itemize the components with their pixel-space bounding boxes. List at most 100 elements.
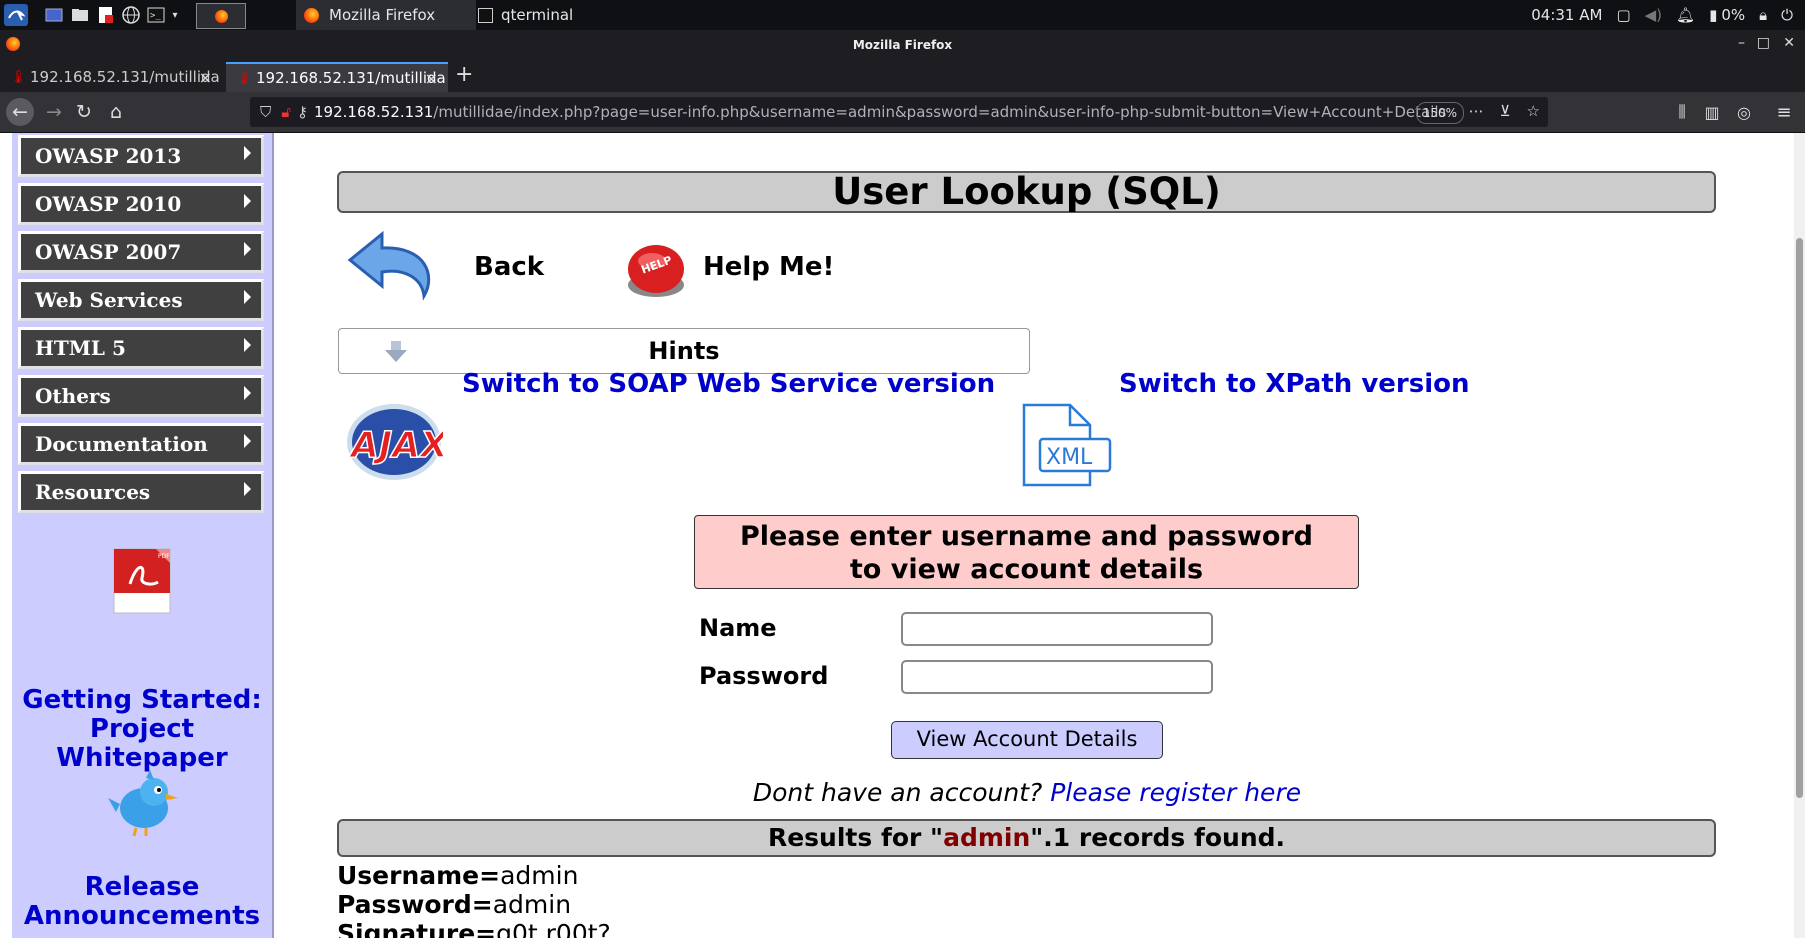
chevron-down-icon[interactable]: ▾ [168,4,182,26]
username-input[interactable] [901,612,1213,646]
pdf-document-icon[interactable]: PDF [110,546,176,620]
kali-menu-icon[interactable] [4,4,28,26]
results-prefix: Results for " [767,823,944,852]
menu-item-others[interactable]: Others [18,375,264,417]
system-tray: 04:31 AM ▢ ◀) 🔔︎ ▮ 0% 🔒︎ ⏻ [1531,0,1805,30]
clock[interactable]: 04:31 AM [1531,6,1602,24]
link-line: Getting Started: [22,685,262,715]
lock-icon[interactable]: 🔒︎ [1759,6,1767,24]
browser-tab[interactable]: 🌡︎ 192.168.52.131/mutillida × [0,62,222,92]
page-actions-icon[interactable]: ⋯ [1469,102,1484,120]
text-editor-icon[interactable] [96,4,116,26]
switch-to-xpath-link[interactable]: Switch to XPath version [1119,369,1470,399]
switch-to-soap-link[interactable]: Switch to SOAP Web Service version [462,369,995,399]
power-icon[interactable]: ⏻ [1781,6,1793,24]
back-arrow-icon[interactable] [342,226,442,314]
release-announcements-link[interactable]: Release Announcements [12,873,272,931]
file-manager-icon[interactable] [70,4,90,26]
home-icon[interactable]: ⌂ [102,98,130,126]
terminal-small-icon [478,7,493,23]
password-label: Password [699,662,829,690]
view-account-details-button[interactable]: View Account Details [891,721,1163,759]
svg-text:>_: >_ [150,11,161,21]
desktop-icon[interactable] [44,4,64,26]
menu-item-owasp-2013[interactable]: OWASP 2013 [18,135,264,177]
page-title: User Lookup (SQL) [337,171,1716,213]
ajax-logo-icon[interactable]: AJAX [345,401,451,487]
tab-close-icon[interactable]: × [199,68,212,87]
result-key: Password= [337,890,493,919]
hamburger-menu-icon[interactable]: ≡ [1770,98,1798,126]
menu-item-web-services[interactable]: Web Services [18,279,264,321]
insecure-lock-icon[interactable]: 🔓︎ [281,103,291,121]
menu-label: Resources [35,480,151,504]
password-input[interactable] [901,660,1213,694]
firefox-taskbar-icon[interactable] [196,3,246,29]
menu-item-owasp-2010[interactable]: OWASP 2010 [18,183,264,225]
back-link[interactable]: Back [474,252,544,282]
battery-percent: 0% [1721,6,1746,24]
getting-started-link[interactable]: Getting Started: Project Whitepaper [12,686,272,773]
reload-icon[interactable]: ↻ [70,98,98,126]
name-label: Name [699,614,777,642]
terminal-icon[interactable]: >_ [146,4,166,26]
hints-toggle[interactable]: Hints [338,328,1030,374]
forward-arrow-icon[interactable]: → [40,98,68,126]
results-keyword: admin [943,823,1031,852]
maximize-icon[interactable]: □ [1757,35,1770,51]
notification-bell-icon[interactable]: 🔔︎ [1676,6,1695,24]
taskbar-task-firefox[interactable]: Mozilla Firefox [296,0,476,30]
results-header: Results for "admin".1 records found. [337,819,1716,857]
volume-icon[interactable]: ◀) [1645,6,1662,24]
register-link[interactable]: Please register here [1050,778,1301,807]
svg-text:XML: XML [1046,445,1093,470]
results-suffix: ".1 records found. [1030,823,1286,852]
scrollbar-thumb[interactable] [1796,238,1803,798]
minimize-icon[interactable]: – [1738,35,1745,51]
browser-globe-icon[interactable] [121,4,141,26]
help-me-link[interactable]: Help Me! [703,252,834,282]
result-row-password: Password=admin [337,890,571,919]
browser-tab-active[interactable]: 🌡︎ 192.168.52.131/mutillida × [226,62,448,92]
shield-icon[interactable]: ⛉ [260,103,271,121]
xml-file-icon[interactable]: XML [1020,403,1112,491]
account-icon[interactable]: ◎ [1730,98,1758,126]
notice-line: Please enter username and password [739,521,1314,552]
arrow-right-icon [244,434,251,448]
zoom-level-badge[interactable]: 150% [1415,102,1464,124]
hints-label: Hints [648,337,720,365]
result-key: Username= [337,861,501,890]
bookmark-star-icon[interactable]: ☆ [1527,102,1540,120]
menu-item-documentation[interactable]: Documentation [18,423,264,465]
result-row-username: Username=admin [337,861,578,890]
notice-line: to view account details [849,554,1204,585]
battery-icon[interactable]: ▮ [1709,6,1717,24]
arrow-right-icon [244,146,251,160]
arrow-right-icon [244,242,251,256]
menu-item-html5[interactable]: HTML 5 [18,327,264,369]
register-prefix: Dont have an account? [752,778,1051,807]
page-scrollbar[interactable] [1794,133,1805,938]
back-arrow-icon[interactable]: ← [6,98,34,126]
key-icon[interactable]: ⚷ [297,103,308,121]
new-tab-button[interactable]: + [455,62,473,87]
sidebar-toggle-icon[interactable]: ▥ [1698,98,1726,126]
close-window-icon[interactable]: ✕ [1783,35,1795,51]
menu-label: OWASP 2007 [35,240,182,264]
system-taskbar: >_ ▾ Mozilla Firefox qterminal 04:31 AM … [0,0,1805,30]
menu-label: Documentation [35,432,208,456]
menu-item-owasp-2007[interactable]: OWASP 2007 [18,231,264,273]
pocket-icon[interactable]: ⊻ [1500,102,1511,120]
tab-close-icon[interactable]: × [425,69,438,88]
url-bar[interactable]: ⛉ 🔓︎ ⚷ 192.168.52.131/mutillidae/index.p… [250,97,1548,127]
taskbar-task-qterminal[interactable]: qterminal [478,0,658,30]
task-label: qterminal [501,6,574,24]
result-value: admin [500,861,579,890]
display-icon[interactable]: ▢ [1616,6,1630,24]
result-row-signature: Signature=g0t r00t? [337,919,611,938]
menu-label: Web Services [35,288,183,312]
help-button-icon[interactable]: HELP [624,239,690,307]
library-icon[interactable]: ⫼ [1668,98,1696,126]
menu-item-resources[interactable]: Resources [18,471,264,513]
menu-label: OWASP 2010 [35,192,182,216]
